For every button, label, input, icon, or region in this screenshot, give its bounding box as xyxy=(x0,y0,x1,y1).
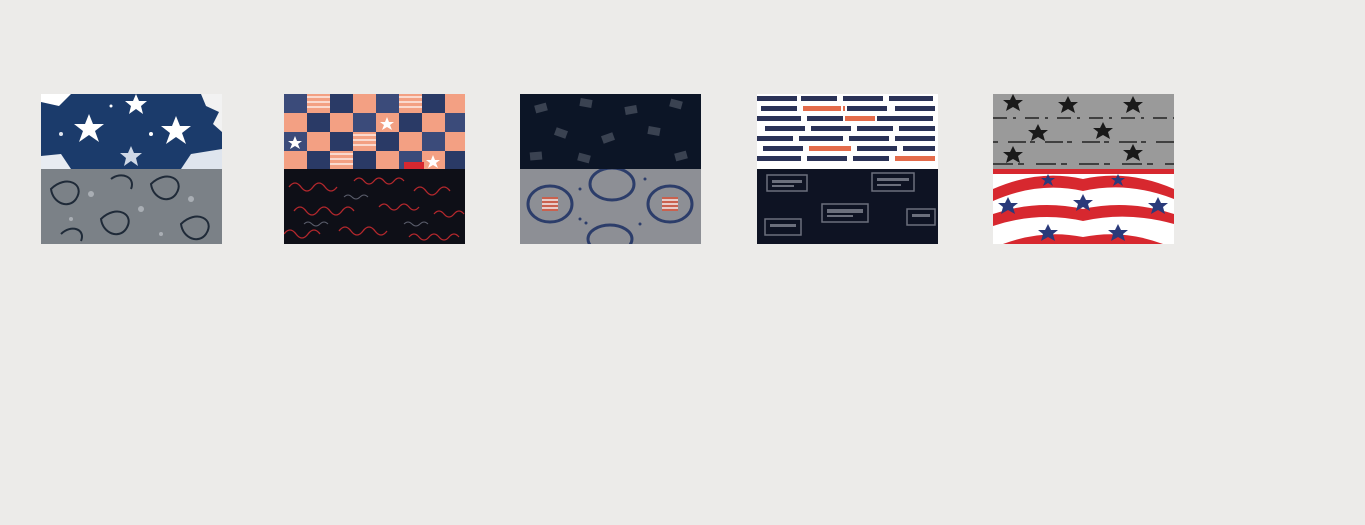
patchwork-pattern xyxy=(284,94,465,169)
swatch-gray-paisley[interactable] xyxy=(41,169,222,244)
swatch-page xyxy=(0,0,1365,525)
swatch-dark-flags[interactable] xyxy=(520,94,701,169)
script-print-pattern xyxy=(284,169,465,244)
swatch-script-print[interactable] xyxy=(284,169,465,244)
gray-badges-pattern xyxy=(520,169,701,244)
dark-labels-pattern xyxy=(757,169,938,244)
dark-flags-pattern xyxy=(520,94,701,169)
gray-paisley-pattern xyxy=(41,169,222,244)
swatch-rwb-stars[interactable] xyxy=(993,169,1174,244)
swatch-gray-stars[interactable] xyxy=(993,94,1174,169)
swatch-jockey-wordmark[interactable] xyxy=(757,94,938,169)
swatch-gray-badges[interactable] xyxy=(520,169,701,244)
gray-stars-pattern xyxy=(993,94,1174,169)
swatch-patchwork[interactable] xyxy=(284,94,465,169)
navy-stars-pattern xyxy=(41,94,222,169)
rwb-stars-pattern xyxy=(993,169,1174,244)
swatch-navy-stars[interactable] xyxy=(41,94,222,169)
swatch-dark-labels[interactable] xyxy=(757,169,938,244)
jockey-wordmark-pattern xyxy=(757,94,938,169)
